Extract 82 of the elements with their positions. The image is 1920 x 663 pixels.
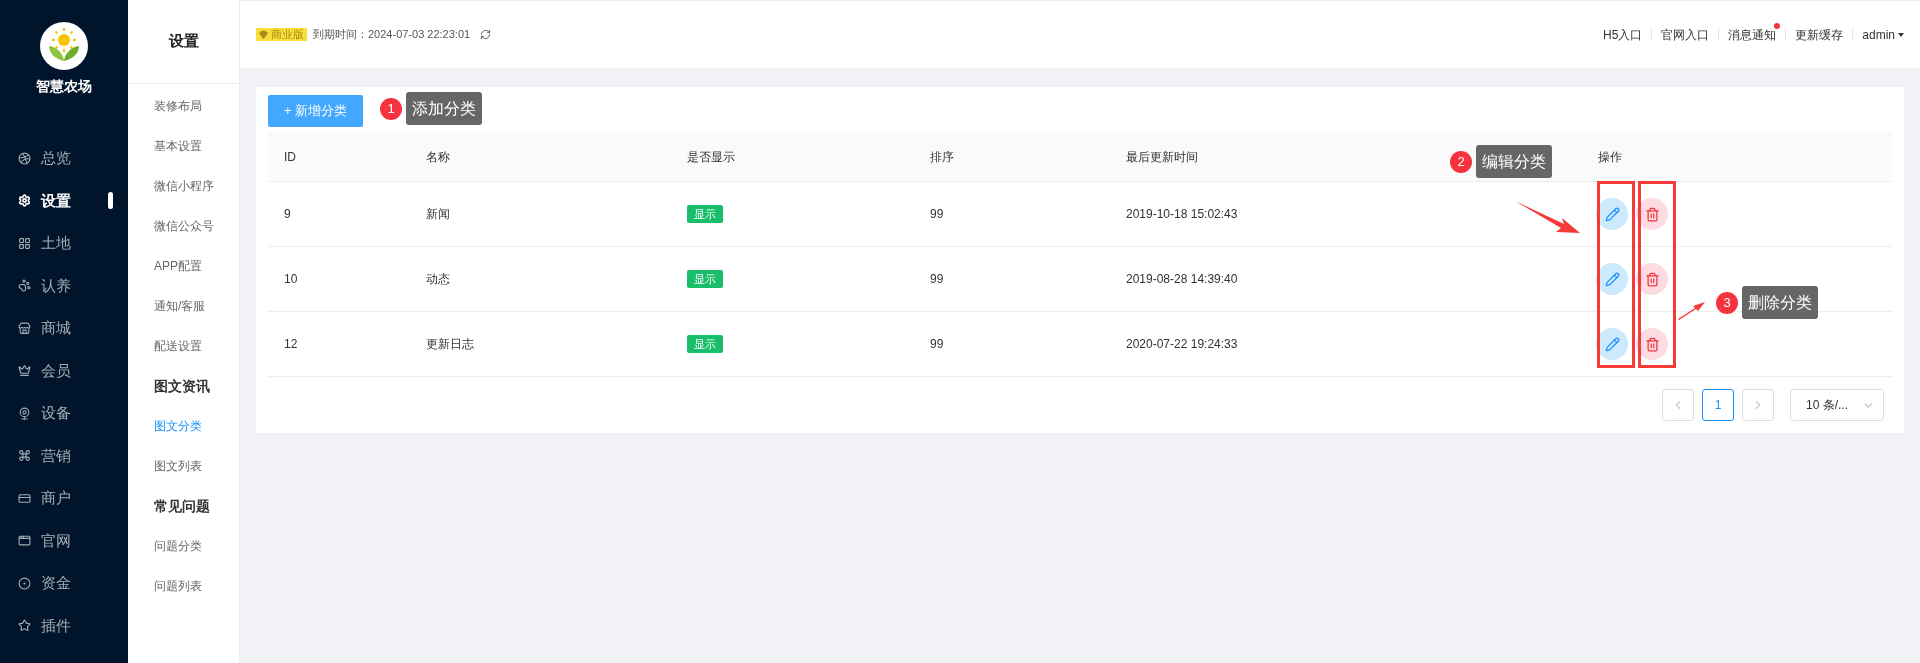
table-cell-text: 10 <box>284 271 298 288</box>
column-header: 最后更新时间 <box>1126 148 1198 166</box>
table-cell-text: 动态 <box>426 271 450 288</box>
logo-icon <box>40 22 88 70</box>
pencil-icon <box>1604 336 1620 352</box>
main-menu-item[interactable]: 总览 <box>0 137 128 180</box>
table-cell-text: 新闻 <box>426 206 450 223</box>
sub-menu-item[interactable]: 问题分类 <box>128 526 239 566</box>
sub-menu-item[interactable]: APP配置 <box>128 246 239 286</box>
pencil-icon <box>1604 206 1620 222</box>
gem-icon <box>259 30 268 39</box>
table-cell-text: 9 <box>284 206 291 223</box>
main-menu-item[interactable]: 商城 <box>0 307 128 350</box>
table-cell-text: 99 <box>930 206 944 223</box>
active-indicator <box>108 192 113 210</box>
sub-menu-heading: 常见问题 <box>153 496 211 516</box>
main-menu-item[interactable]: 商户 <box>0 477 128 520</box>
settings-icon <box>18 194 31 208</box>
main-menu-item[interactable]: 插件 <box>0 604 128 647</box>
user-menu[interactable]: admin <box>1853 25 1904 44</box>
annotation-label: 删除分类 <box>1742 286 1818 319</box>
column-header: 名称 <box>426 148 450 166</box>
ball-icon <box>18 151 31 165</box>
sub-menu-item[interactable]: 装修布局 <box>128 86 239 126</box>
circle-dot-icon <box>18 576 31 590</box>
status-tag: 显示 <box>687 269 723 289</box>
pointer-arrow <box>1677 301 1705 320</box>
header-link[interactable]: 消息通知 <box>1719 25 1786 44</box>
main-menu-item[interactable]: 营销 <box>0 434 128 477</box>
star-icon <box>18 619 31 633</box>
table-cell-text: 2020-07-22 19:24:33 <box>1126 336 1238 353</box>
sub-menu-item[interactable]: 问题列表 <box>128 566 239 606</box>
window-icon <box>18 534 31 548</box>
main-menu-item[interactable]: 资金 <box>0 562 128 605</box>
sub-menu-item[interactable]: 微信公众号 <box>128 206 239 246</box>
status-tag: 显示 <box>687 334 723 354</box>
command-icon <box>18 449 31 463</box>
table-cell-text: 12 <box>284 336 298 353</box>
sub-menu-title: 设置 <box>168 31 199 52</box>
main-menu-item[interactable]: 设置 <box>0 179 128 222</box>
column-header: 排序 <box>930 148 954 166</box>
column-header: ID <box>284 148 296 166</box>
sub-menu-item[interactable]: 基本设置 <box>128 126 239 166</box>
brand-name: 智慧农场 <box>36 77 92 96</box>
header-link[interactable]: 官网入口 <box>1652 25 1719 44</box>
main-menu-item[interactable]: 认养 <box>0 264 128 307</box>
sub-menu-item[interactable]: 通知/客服 <box>128 286 239 326</box>
caret-icon <box>1898 32 1904 37</box>
paw-icon <box>18 279 31 293</box>
column-header: 操作 <box>1598 148 1622 166</box>
store-icon <box>18 321 31 335</box>
card-icon <box>18 491 31 505</box>
edition-tag: 商业版 <box>256 28 307 41</box>
sub-menu-item[interactable]: 配送设置 <box>128 326 239 366</box>
expiry-text: 到期时间：2024-07-03 22:23:01 <box>313 27 471 43</box>
table-cell-text: 99 <box>930 271 944 288</box>
annotation-label: 添加分类 <box>406 92 482 125</box>
trash-icon <box>1644 271 1660 287</box>
main-menu-item[interactable]: 设备 <box>0 392 128 435</box>
header-link[interactable]: 更新缓存 <box>1786 25 1853 44</box>
grid-icon <box>18 236 31 250</box>
column-header: 是否显示 <box>687 148 735 166</box>
trash-icon <box>1644 336 1660 352</box>
table-cell-text: 更新日志 <box>426 336 474 353</box>
table-cell-text: 2019-08-28 14:39:40 <box>1126 271 1238 288</box>
trash-icon <box>1644 206 1660 222</box>
header-link[interactable]: H5入口 <box>1593 25 1652 44</box>
sub-menu-heading: 图文资讯 <box>153 376 211 396</box>
refresh-icon[interactable] <box>480 29 492 40</box>
table-cell-text: 2019-10-18 15:02:43 <box>1126 206 1238 223</box>
status-tag: 显示 <box>687 204 723 224</box>
main-menu-item[interactable]: 土地 <box>0 222 128 265</box>
table-cell-text: 99 <box>930 336 944 353</box>
annotation-label: 编辑分类 <box>1476 145 1552 178</box>
main-menu-item[interactable]: 官网 <box>0 519 128 562</box>
main-menu-item[interactable]: 会员 <box>0 349 128 392</box>
webcam-icon <box>18 406 31 420</box>
crown-icon <box>18 364 31 378</box>
sub-menu-item[interactable]: 微信小程序 <box>128 166 239 206</box>
page-size-select[interactable]: 10 条/... <box>1790 389 1884 421</box>
sub-menu-item[interactable]: 图文列表 <box>128 446 239 486</box>
pencil-icon <box>1604 271 1620 287</box>
